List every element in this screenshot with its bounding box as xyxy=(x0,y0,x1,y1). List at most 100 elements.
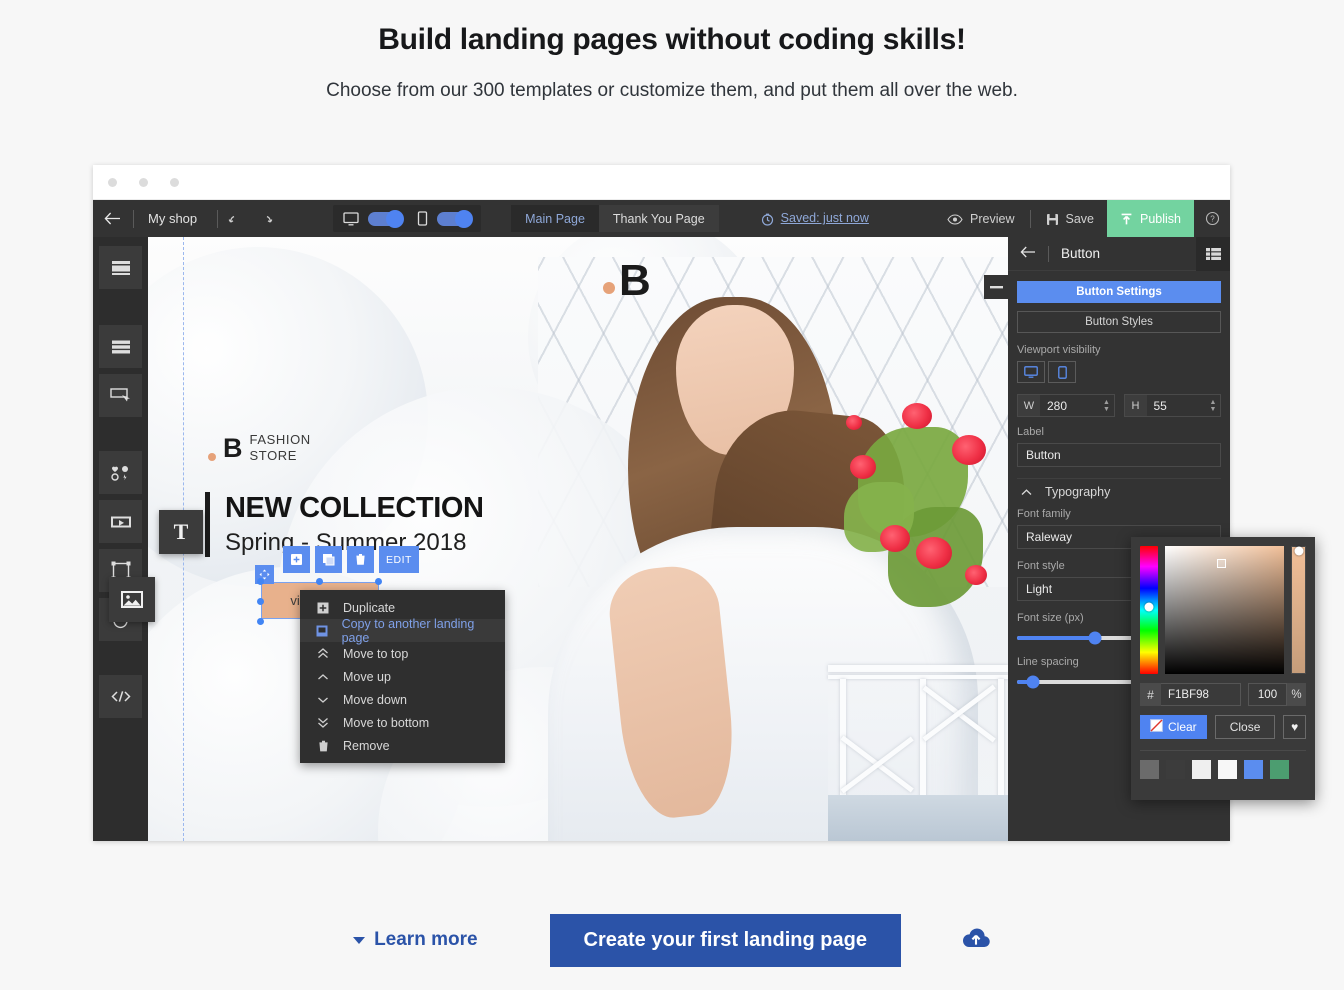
height-value[interactable]: 55 xyxy=(1146,395,1206,416)
slider-knob[interactable] xyxy=(1026,675,1040,689)
page-tabs: Main Page Thank You Page xyxy=(511,205,719,232)
rail-item-sections[interactable] xyxy=(99,325,142,368)
trash-icon[interactable] xyxy=(347,546,374,573)
hue-knob[interactable] xyxy=(1144,602,1154,612)
hue-slider[interactable] xyxy=(1140,546,1158,674)
viewport-visibility-group xyxy=(1017,361,1221,383)
width-field[interactable]: W 280 ▲ ▼ xyxy=(1017,394,1115,417)
swatch[interactable] xyxy=(1192,760,1211,779)
tab-thank-you-page[interactable]: Thank You Page xyxy=(598,205,719,232)
context-menu-item-move-down[interactable]: Move down xyxy=(300,688,505,711)
close-picker-button[interactable]: Close xyxy=(1214,715,1276,739)
resize-handle-n[interactable] xyxy=(316,578,323,585)
swatch[interactable] xyxy=(1218,760,1237,779)
width-value[interactable]: 280 xyxy=(1040,395,1100,416)
list-menu-icon[interactable] xyxy=(1196,236,1230,271)
alpha-slider[interactable] xyxy=(1291,546,1306,674)
project-name[interactable]: My shop xyxy=(136,211,215,226)
eye-icon xyxy=(947,212,963,226)
preview-button[interactable]: Preview xyxy=(934,200,1027,237)
mobile-icon xyxy=(417,211,428,226)
clear-color-button[interactable]: Clear xyxy=(1140,715,1207,739)
height-key: H xyxy=(1124,395,1147,416)
swatch[interactable] xyxy=(1166,760,1185,779)
toolbar-divider xyxy=(1029,209,1031,228)
publish-button[interactable]: Publish xyxy=(1107,200,1194,237)
heart-icon[interactable]: ♥ xyxy=(1283,715,1306,739)
saturation-value-knob[interactable] xyxy=(1217,558,1227,568)
saved-label[interactable]: Saved: just now xyxy=(781,211,869,225)
resize-handle-ne[interactable] xyxy=(375,578,382,585)
undo-icon[interactable] xyxy=(220,211,250,227)
width-key: W xyxy=(1018,395,1040,416)
rose-bush xyxy=(840,397,990,647)
context-menu-item-move-up[interactable]: Move up xyxy=(300,665,505,688)
save-button[interactable]: Save xyxy=(1033,200,1108,237)
text-tile[interactable]: T xyxy=(159,510,203,554)
learn-more-button[interactable]: Learn more xyxy=(353,929,478,951)
label-input[interactable]: Button xyxy=(1017,443,1221,467)
redo-icon[interactable] xyxy=(250,211,280,227)
height-field[interactable]: H 55 ▲ ▼ xyxy=(1123,394,1221,417)
opacity-value[interactable]: 100 xyxy=(1248,683,1287,706)
resize-handle-nw[interactable] xyxy=(257,578,264,585)
saturation-value-area[interactable] xyxy=(1165,546,1284,674)
brand-block[interactable]: B FASHION STORE xyxy=(208,432,311,465)
rail-item-code[interactable] xyxy=(99,675,142,718)
viewport-mobile-button[interactable] xyxy=(1048,361,1076,383)
canvas-logo-mark[interactable]: B xyxy=(603,258,651,303)
resize-handle-w[interactable] xyxy=(257,598,264,605)
hex-field[interactable]: # F1BF98 xyxy=(1140,683,1241,706)
context-menu-item-remove[interactable]: Remove xyxy=(300,734,505,757)
back-button[interactable] xyxy=(93,212,131,225)
tab-button-settings[interactable]: Button Settings xyxy=(1017,281,1221,303)
hex-value[interactable]: F1BF98 xyxy=(1161,683,1241,706)
size-fields: W 280 ▲ ▼ H 55 ▲ ▼ xyxy=(1017,394,1221,417)
context-menu-item-copy-to-page[interactable]: Copy to another landing page xyxy=(300,617,505,645)
height-stepper[interactable]: ▲ ▼ xyxy=(1206,395,1220,416)
chevron-up-icon xyxy=(1021,485,1032,499)
editor-canvas[interactable]: B B FASHION STORE NEW COLLECTION Spring … xyxy=(148,237,1008,841)
panel-back-button[interactable] xyxy=(1020,245,1036,262)
rail-item-template[interactable] xyxy=(99,246,142,289)
sea-horizon xyxy=(828,795,1008,841)
create-landing-page-button[interactable]: Create your first landing page xyxy=(549,913,901,967)
toolbar-divider xyxy=(133,209,134,228)
floppy-icon xyxy=(1046,211,1059,225)
image-tile[interactable] xyxy=(109,577,155,622)
context-menu-item-move-to-bottom[interactable]: Move to bottom xyxy=(300,711,505,734)
typography-accordion[interactable]: Typography xyxy=(1017,478,1221,508)
rail-item-button[interactable] xyxy=(99,374,142,417)
swatch[interactable] xyxy=(1244,760,1263,779)
copy-icon[interactable] xyxy=(315,546,342,573)
width-stepper[interactable]: ▲ ▼ xyxy=(1100,395,1114,416)
opacity-unit: % xyxy=(1287,683,1306,706)
image-icon xyxy=(121,591,143,608)
brand-line-1: FASHION xyxy=(249,432,311,447)
slider-knob[interactable] xyxy=(1088,631,1102,645)
hex-key: # xyxy=(1140,683,1161,706)
toolbar-actions: Preview Save Publish ? xyxy=(934,200,1230,237)
alpha-knob[interactable] xyxy=(1294,546,1303,556)
context-menu-label: Move up xyxy=(343,669,391,684)
desktop-visibility-toggle[interactable] xyxy=(368,209,405,228)
page-title: Build landing pages without coding skill… xyxy=(378,23,966,56)
mobile-visibility-toggle[interactable] xyxy=(437,209,474,228)
help-circle-icon[interactable]: ? xyxy=(1194,211,1230,226)
cloud-upload-icon[interactable] xyxy=(961,926,991,955)
swatch[interactable] xyxy=(1140,760,1159,779)
rail-item-video[interactable] xyxy=(99,500,142,543)
toolbar-divider xyxy=(217,209,219,228)
opacity-field[interactable]: 100 % xyxy=(1248,683,1306,706)
swatch[interactable] xyxy=(1270,760,1289,779)
tab-main-page[interactable]: Main Page xyxy=(511,205,599,232)
viewport-desktop-button[interactable] xyxy=(1017,361,1045,383)
duplicate-icon[interactable] xyxy=(283,546,310,573)
panel-collapse-button[interactable] xyxy=(984,275,1008,299)
rail-item-social[interactable] xyxy=(99,451,142,494)
resize-handle-sw[interactable] xyxy=(257,618,264,625)
context-menu-label: Duplicate xyxy=(343,600,396,615)
edit-button[interactable]: EDIT xyxy=(379,546,419,573)
context-menu-item-move-to-top[interactable]: Move to top xyxy=(300,642,505,665)
tab-button-styles[interactable]: Button Styles xyxy=(1017,311,1221,333)
